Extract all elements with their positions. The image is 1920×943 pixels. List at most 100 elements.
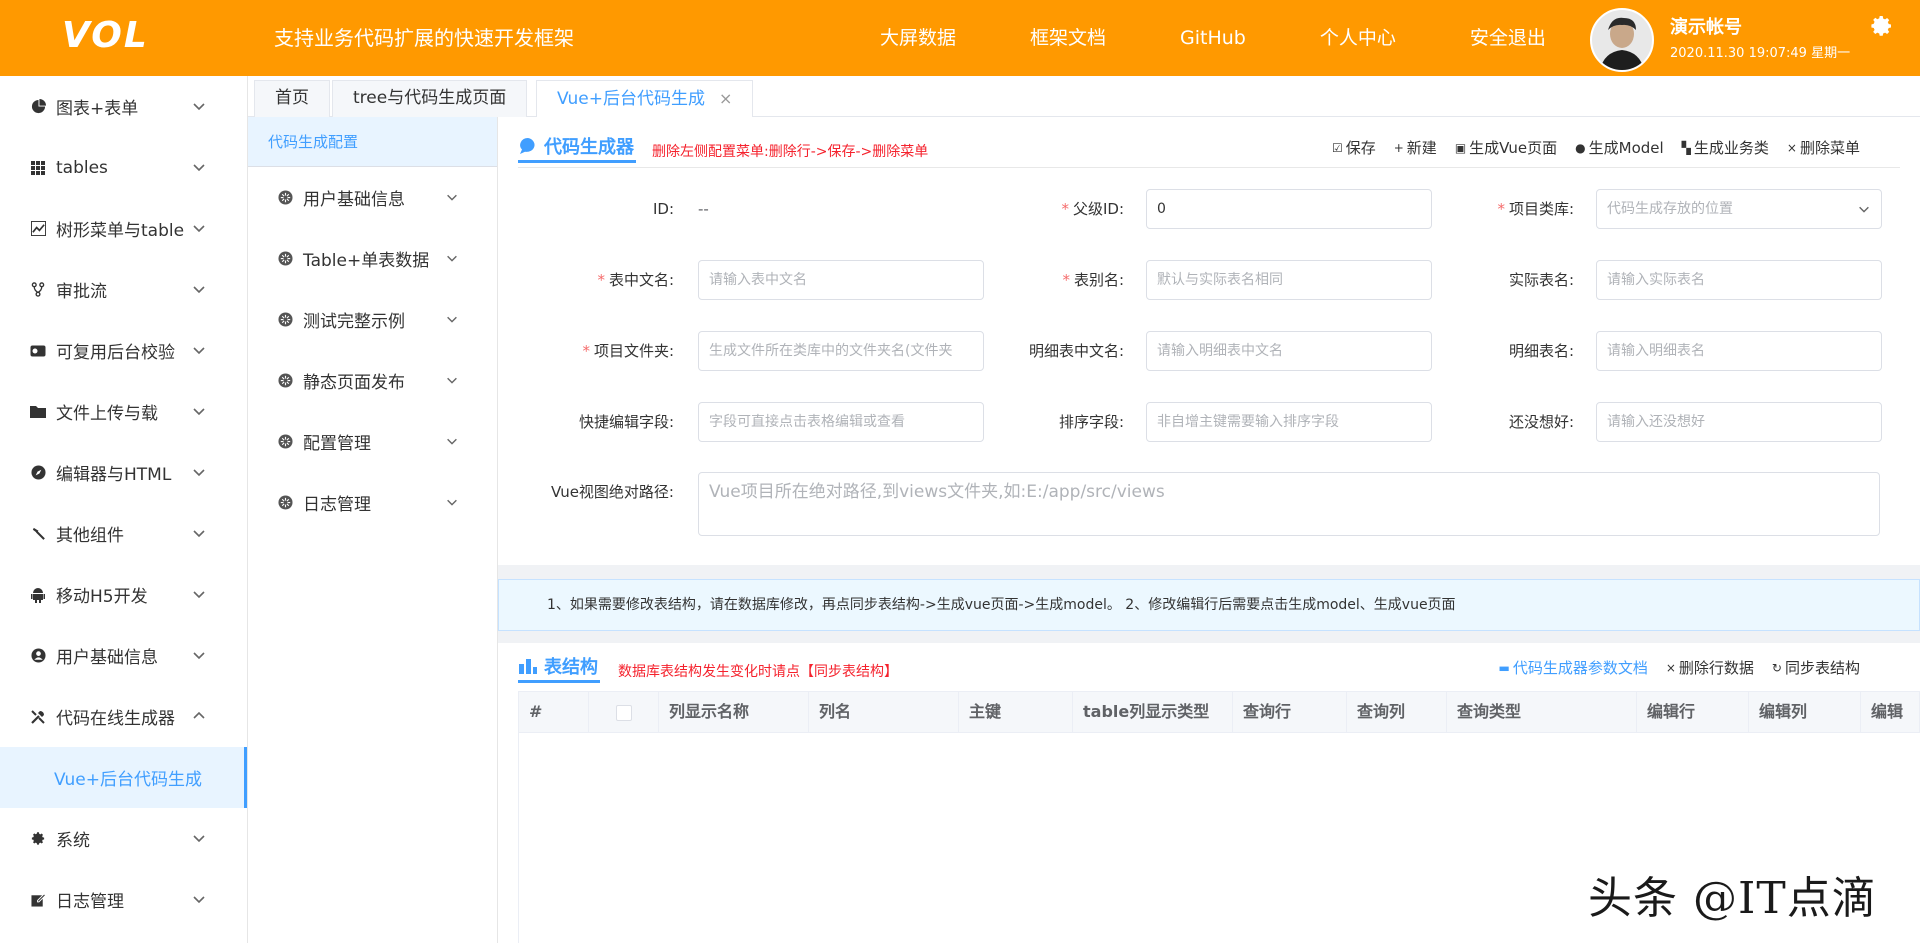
codegen-config-sidebar: 代码生成配置 用户基础信息 Table+单表数据 测试完整示例 静态页面发布 配… [248, 117, 498, 943]
codegen-form-panel: 代码生成器 删除左侧配置菜单:删除行->保存->删除菜单 ☑ 保存 + 新建 ▣ 生成… [498, 117, 1920, 565]
nav-bigscreen[interactable]: 大屏数据 [880, 24, 956, 52]
vue-path-textarea[interactable]: Vue项目所在绝对路径,到views文件夹,如:E:/app/src/views [698, 472, 1880, 536]
detail-table-input[interactable]: 请输入明细表名 [1596, 331, 1882, 371]
plus-icon: + [1393, 140, 1404, 155]
menu-item-file-upload[interactable]: 文件上传与载 [0, 381, 247, 442]
panel-toolbar: ☑ 保存 + 新建 ▣ 生成Vue页面 ● 生成Model ▚ 生成业务类 × 删除菜单 [1314, 137, 1860, 158]
gear-icon[interactable] [1870, 14, 1894, 38]
compass-icon [30, 465, 46, 481]
form-row: ID: -- * 父级ID: 0 * 项目类库: 代码生成存放的位置 [498, 189, 1920, 229]
app-header: VOL 支持业务代码扩展的快速开发框架 大屏数据 框架文档 GitHub 个人中… [0, 0, 1920, 76]
menu-item-validation[interactable]: 可复用后台校验 [0, 320, 247, 381]
nav-profile[interactable]: 个人中心 [1320, 24, 1396, 52]
select-all-checkbox[interactable] [615, 704, 632, 721]
menu-item-code-generator[interactable]: 代码在线生成器 [0, 686, 247, 747]
project-lib-select[interactable]: 代码生成存放的位置 [1596, 189, 1882, 229]
tab-tree-codegen[interactable]: tree与代码生成页面 [332, 80, 528, 117]
param-docs-link[interactable]: ▬ 代码生成器参数文档 [1498, 657, 1647, 678]
config-item[interactable]: 测试完整示例 [248, 289, 497, 350]
close-icon[interactable]: × [719, 81, 732, 116]
config-item[interactable]: 用户基础信息 [248, 167, 497, 228]
chevron-down-icon [193, 469, 205, 477]
sort-field-label: 排序字段: [1058, 413, 1124, 431]
id-label: ID: [652, 200, 674, 218]
chevron-up-icon [193, 711, 205, 719]
close-icon: × [1665, 660, 1676, 675]
nav-docs[interactable]: 框架文档 [1030, 24, 1106, 52]
settings-circle-icon [278, 190, 293, 205]
menu-item-tables[interactable]: tables [0, 137, 247, 198]
menu-item-tree-table[interactable]: 树形菜单与table [0, 198, 247, 259]
panel-tip: 删除左侧配置菜单:删除行->保存->删除菜单 [652, 144, 929, 160]
avatar[interactable] [1590, 8, 1654, 72]
chevron-down-icon [193, 347, 205, 355]
pie-chart-icon [30, 99, 46, 115]
column-header: 查询列 [1347, 692, 1447, 732]
tools-icon [30, 709, 46, 725]
table-alias-label: * 表别名: [1062, 271, 1124, 289]
grid-icon [30, 160, 46, 176]
codegen-config-title[interactable]: 代码生成配置 [248, 117, 497, 167]
project-lib-label: * 项目类库: [1497, 200, 1574, 218]
window-icon: ▣ [1454, 140, 1467, 155]
detail-table-label: 明细表名: [1508, 342, 1574, 360]
config-item[interactable]: 静态页面发布 [248, 350, 497, 411]
settings-circle-icon [278, 312, 293, 327]
menu-item-other-components[interactable]: 其他组件 [0, 503, 247, 564]
menu-sub-item-vue-codegen[interactable]: Vue+后台代码生成 [0, 747, 247, 808]
column-header: # [519, 692, 589, 732]
chevron-down-icon [193, 591, 205, 599]
settings-circle-icon [278, 251, 293, 266]
detail-cn-label: 明细表中文名: [1028, 342, 1124, 360]
column-header: 查询行 [1233, 692, 1347, 732]
chevron-down-icon [447, 316, 457, 323]
tab-vue-codegen[interactable]: Vue+后台代码生成 × [536, 80, 754, 117]
chevron-down-icon [193, 530, 205, 538]
generate-service-button[interactable]: ▚ 生成业务类 [1682, 137, 1769, 158]
chevron-down-icon [193, 835, 205, 843]
chevron-down-icon [193, 225, 205, 233]
quick-edit-label: 快捷编辑字段: [578, 413, 674, 431]
chevron-down-icon [447, 194, 457, 201]
column-header: table列显示类型 [1073, 692, 1233, 732]
config-item[interactable]: 配置管理 [248, 411, 497, 472]
column-header: 编辑列 [1749, 692, 1861, 732]
menu-item-user-info[interactable]: 用户基础信息 [0, 625, 247, 686]
config-item[interactable]: Table+单表数据 [248, 228, 497, 289]
sync-structure-button[interactable]: ↻ 同步表结构 [1772, 657, 1860, 678]
column-header: 编辑行 [1637, 692, 1749, 732]
generate-model-button[interactable]: ● 生成Model [1575, 137, 1664, 158]
logo[interactable]: VOL [62, 14, 150, 58]
menu-item-mobile-h5[interactable]: 移动H5开发 [0, 564, 247, 625]
new-button[interactable]: + 新建 [1394, 137, 1437, 158]
circle-icon: ● [1575, 140, 1586, 155]
close-icon: × [1786, 140, 1797, 155]
form-row: * 项目文件夹: 生成文件所在类库中的文件夹名(文件夹 明细表中文名: 请输入明细… [498, 331, 1920, 371]
menu-item-system[interactable]: 系统 [0, 808, 247, 869]
bar-chart-icon [519, 658, 537, 674]
save-button[interactable]: ☑ 保存 [1332, 137, 1376, 158]
menu-item-editor-html[interactable]: 编辑器与HTML [0, 442, 247, 503]
config-item[interactable]: 日志管理 [248, 472, 497, 533]
chevron-down-icon [193, 103, 205, 111]
main-content: 代码生成器 删除左侧配置菜单:删除行->保存->删除菜单 ☑ 保存 + 新建 ▣ 生成… [498, 117, 1920, 943]
tab-home[interactable]: 首页 [254, 80, 330, 117]
chevron-down-icon [193, 164, 205, 172]
undecided-input[interactable]: 请输入还没想好 [1596, 402, 1882, 442]
chevron-down-icon [193, 896, 205, 904]
chevron-down-icon [1859, 206, 1869, 213]
menu-item-chart-form[interactable]: 图表+表单 [0, 76, 247, 137]
menu-item-approval[interactable]: 审批流 [0, 259, 247, 320]
nav-github[interactable]: GitHub [1180, 24, 1246, 52]
chevron-down-icon [447, 377, 457, 384]
chevron-down-icon [447, 499, 457, 506]
table-toolbar: ▬ 代码生成器参数文档 × 删除行数据 ↻ 同步表结构 [1480, 657, 1860, 678]
real-table-input[interactable]: 请输入实际表名 [1596, 260, 1882, 300]
delete-menu-button[interactable]: × 删除菜单 [1787, 137, 1860, 158]
panel-title: 代码生成器 [518, 131, 636, 163]
generate-vue-button[interactable]: ▣ 生成Vue页面 [1455, 137, 1557, 158]
nav-logout[interactable]: 安全退出 [1470, 24, 1546, 52]
menu-item-log-manage[interactable]: 日志管理 [0, 869, 247, 930]
delete-row-button[interactable]: × 删除行数据 [1666, 657, 1754, 678]
line-chart-icon [30, 221, 46, 237]
